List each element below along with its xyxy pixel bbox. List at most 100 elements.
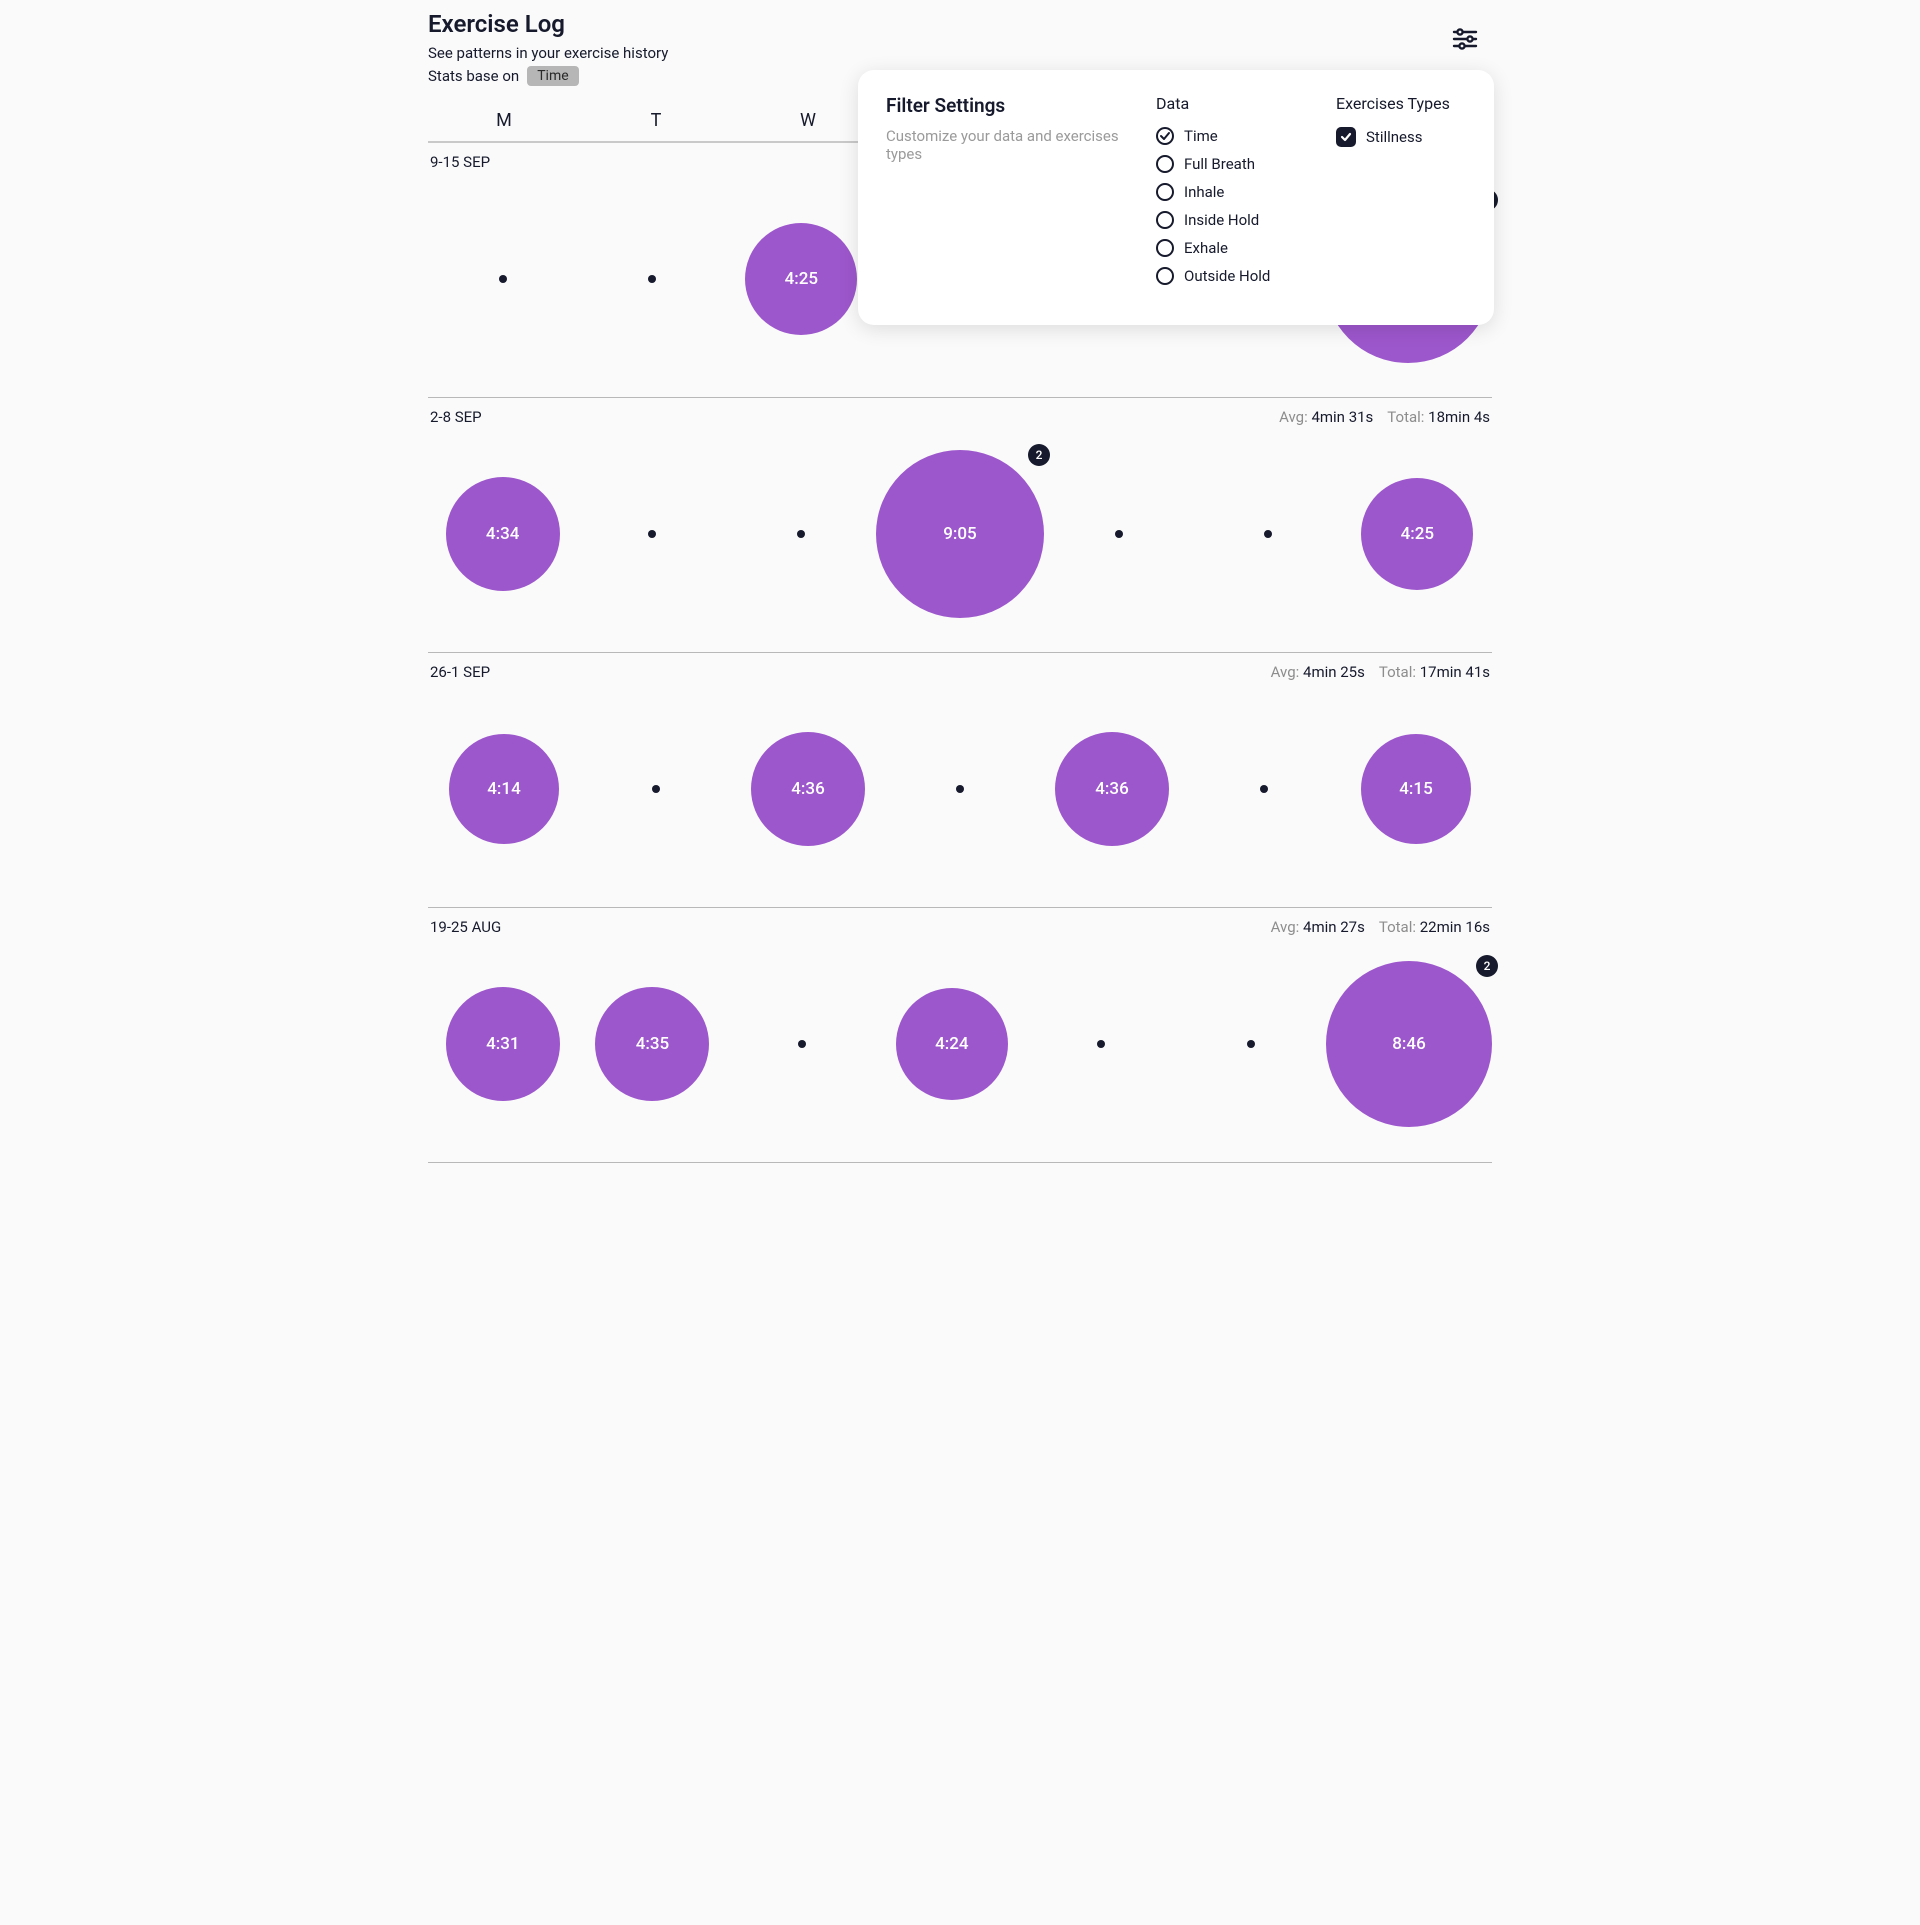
radio-icon [1156,239,1174,257]
bubble-cell [580,689,732,889]
week-header: 19-25 AUG Avg: 4min 27sTotal: 22min 16s [428,918,1492,944]
bubble-cell: 4:31 [428,944,578,1144]
types-column-head: Exercises Types [1336,94,1466,113]
empty-dot [1260,785,1268,793]
exercise-bubble[interactable]: 4:31 [446,987,560,1101]
data-column-head: Data [1156,94,1326,113]
exercise-bubble[interactable]: 4:24 [896,988,1008,1100]
data-column: Data Time Full Breath Inhale Inside Hold Exh… [1156,94,1326,295]
sliders-icon [1452,27,1478,51]
data-option-label: Exhale [1184,239,1228,257]
data-option-label: Full Breath [1184,155,1255,173]
bubble-cell: 4:24 [877,944,1027,1144]
radio-icon [1156,211,1174,229]
types-column: Exercises Types Stillness [1336,94,1466,295]
bubble-cell [727,944,877,1144]
page-subtitle: See patterns in your exercise history [428,44,1492,62]
bubble-cell: 4:25 [727,179,876,379]
empty-dot [1264,530,1272,538]
radio-icon [1156,267,1174,285]
data-option-label: Inhale [1184,183,1224,201]
bubble-row: 4:31 4:35 4:24 8:462 [428,944,1492,1144]
bubble-cell [1027,944,1177,1144]
exercise-bubble[interactable]: 4:36 [751,732,865,846]
data-option[interactable]: Inside Hold [1156,211,1326,229]
week-stats: Avg: 4min 27sTotal: 22min 16s [1271,918,1490,936]
exercise-bubble[interactable]: 9:052 [876,450,1044,618]
exercise-bubble[interactable]: 4:35 [595,987,709,1101]
week-label: 9-15 SEP [430,153,490,171]
bubble-cell [884,689,1036,889]
empty-dot [648,275,656,283]
popover-subtitle: Customize your data and exercises types [886,127,1146,163]
data-option[interactable]: Full Breath [1156,155,1326,173]
bubble-cell: 4:35 [578,944,728,1144]
empty-dot [1247,1040,1255,1048]
type-option[interactable]: Stillness [1336,127,1466,147]
exercise-bubble[interactable]: 4:14 [449,734,559,844]
radio-icon [1156,155,1174,173]
bubble-cell: 4:36 [1036,689,1188,889]
empty-dot [797,530,805,538]
day-header-cell: T [580,100,732,141]
bubble-cell [1176,944,1326,1144]
exercise-bubble[interactable]: 4:36 [1055,732,1169,846]
radio-icon [1156,127,1174,145]
bubble-row: 4:34 9:052 4:25 [428,434,1492,634]
checkbox-icon [1336,127,1356,147]
week-stats: Avg: 4min 25sTotal: 17min 41s [1271,663,1490,681]
day-header-cell: M [428,100,580,141]
data-option-label: Time [1184,127,1218,145]
week-label: 26-1 SEP [430,663,490,681]
week-block: 19-25 AUG Avg: 4min 27sTotal: 22min 16s 4:… [428,908,1492,1163]
bubble-cell: 4:34 [428,434,577,634]
week-header: 2-8 SEPAvg: 4min 31sTotal: 18min 4s [428,408,1492,434]
exercise-bubble[interactable]: 4:15 [1361,734,1471,844]
exercise-bubble[interactable]: 8:462 [1326,961,1492,1127]
bubble-cell: 4:14 [428,689,580,889]
exercise-bubble[interactable]: 4:25 [1361,478,1473,590]
radio-icon [1156,183,1174,201]
week-header: 26-1 SEP Avg: 4min 25sTotal: 17min 41s [428,663,1492,689]
bubble-cell [428,179,577,379]
header: Exercise Log See patterns in your exerci… [428,10,1492,86]
count-badge: 2 [1476,955,1498,977]
bubble-cell: 9:052 [876,434,1044,634]
empty-dot [652,785,660,793]
bubble-cell [1188,689,1340,889]
bubble-cell [577,434,726,634]
filter-settings-button[interactable] [1448,22,1482,56]
data-option[interactable]: Inhale [1156,183,1326,201]
type-option-label: Stillness [1366,128,1422,146]
data-option-label: Outside Hold [1184,267,1270,285]
empty-dot [1115,530,1123,538]
bubble-cell: 4:15 [1340,689,1492,889]
stats-base-label: Stats base on [428,67,519,85]
bubble-cell [727,434,876,634]
exercise-bubble[interactable]: 4:25 [745,223,857,335]
empty-dot [798,1040,806,1048]
data-option-label: Inside Hold [1184,211,1259,229]
week-block: 26-1 SEP Avg: 4min 25sTotal: 17min 41s 4:1… [428,653,1492,908]
filter-settings-popover: Filter Settings Customize your data and … [858,70,1494,325]
bubble-cell: 4:25 [1343,434,1492,634]
exercise-bubble[interactable]: 4:34 [446,477,560,591]
bubble-row: 4:14 4:36 4:36 4:15 [428,689,1492,889]
bubble-cell [577,179,726,379]
empty-dot [956,785,964,793]
empty-dot [648,530,656,538]
bubble-cell [1044,434,1193,634]
bubble-cell: 4:36 [732,689,884,889]
week-label: 19-25 AUG [430,918,501,936]
empty-dot [499,275,507,283]
page-title: Exercise Log [428,10,1492,38]
data-option[interactable]: Exhale [1156,239,1326,257]
stats-base-badge[interactable]: Time [527,66,578,86]
bubble-cell: 8:462 [1326,944,1492,1144]
empty-dot [1097,1040,1105,1048]
data-option[interactable]: Outside Hold [1156,267,1326,285]
bubble-cell [1193,434,1342,634]
popover-title: Filter Settings [886,94,1146,117]
week-stats: Avg: 4min 31sTotal: 18min 4s [1279,408,1490,426]
data-option[interactable]: Time [1156,127,1326,145]
